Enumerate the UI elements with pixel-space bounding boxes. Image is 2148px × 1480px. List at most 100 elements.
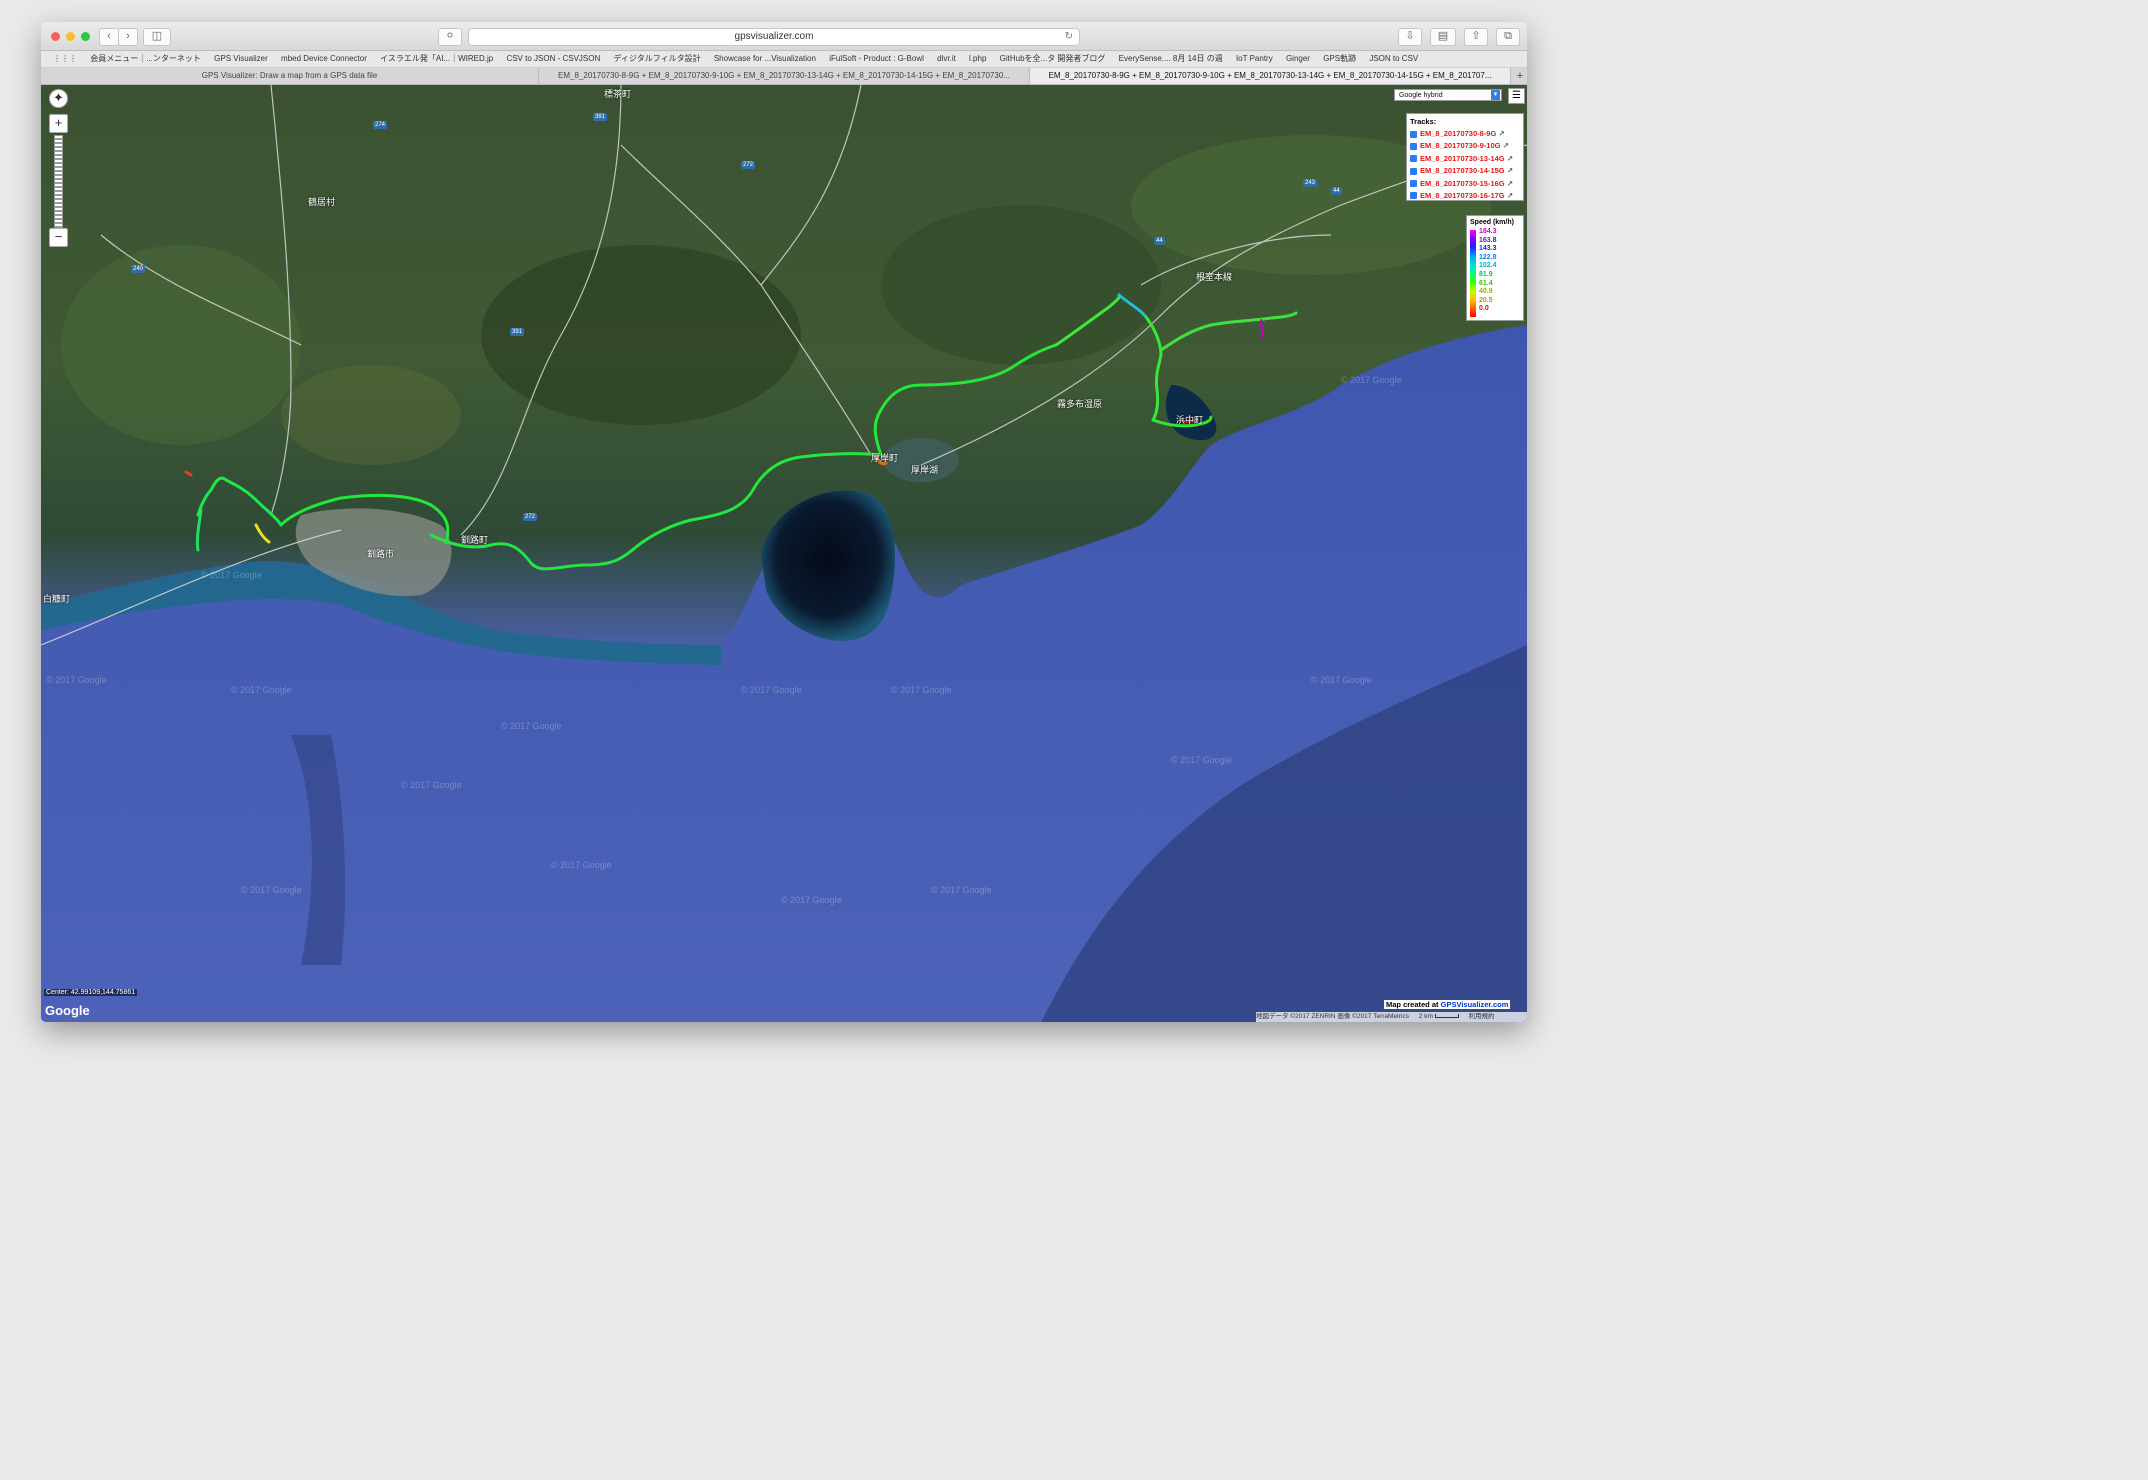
external-link-icon[interactable]: ↗ [1507, 179, 1513, 188]
tab-map-1[interactable]: EM_8_20170730-8-9G + EM_8_20170730-9-10G… [539, 68, 1030, 84]
bookmark-item[interactable]: iFulSoft - Product : G-Bowl [829, 51, 924, 67]
track-row[interactable]: EM_8_20170730-14-15G ↗ [1410, 165, 1520, 177]
reader-icon[interactable]: ▤ [1430, 28, 1456, 46]
road-shield: 391 [593, 113, 608, 121]
gps-track-segment [184, 470, 193, 477]
attribution-text: 地図データ ©2017 ZENRIN 画像 ©2017 TerraMetrics [1256, 1013, 1409, 1020]
checkbox-icon[interactable] [1410, 192, 1417, 200]
place-label: 根室本線 [1196, 272, 1233, 282]
checkbox-icon[interactable] [1410, 180, 1417, 188]
tab-map-2[interactable]: EM_8_20170730-8-9G + EM_8_20170730-9-10G… [1030, 68, 1511, 84]
road-shield: 44 [1154, 237, 1165, 245]
legend-value: 40.9 [1479, 288, 1493, 296]
terms-link[interactable]: 利用規約 [1469, 1013, 1495, 1020]
forest-patch [481, 245, 801, 425]
road-shield: 243 [1303, 179, 1318, 187]
bookmark-item[interactable]: Showcase for ...Visualization [714, 51, 816, 67]
track-row[interactable]: EM_8_20170730-13-14G ↗ [1410, 153, 1520, 165]
track-name[interactable]: EM_8_20170730-16-17G [1420, 191, 1505, 200]
place-label: 厚岸湖 [911, 465, 939, 475]
track-name[interactable]: EM_8_20170730-15-16G [1420, 179, 1505, 188]
bookmark-item[interactable]: EverySense.... 8月 14日 の週 [1119, 51, 1223, 67]
gpsvisualizer-link[interactable]: GPSVisualizer.com [1441, 1000, 1509, 1009]
place-label: 鶴居村 [308, 197, 336, 207]
tabs-overview-icon[interactable]: ⧉ [1496, 28, 1520, 46]
tab-gps-visualizer[interactable]: GPS Visualizer: Draw a map from a GPS da… [41, 68, 539, 84]
pan-control-icon[interactable]: ✦ [49, 89, 68, 108]
share-icon[interactable]: ⇧ [1464, 28, 1488, 46]
external-link-icon[interactable]: ↗ [1498, 129, 1504, 138]
external-link-icon[interactable]: ↗ [1507, 154, 1513, 163]
hamburger-icon[interactable]: ☰ [1508, 88, 1525, 104]
checkbox-icon[interactable] [1410, 130, 1417, 138]
place-label: 厚岸町 [871, 453, 899, 463]
bookmark-item[interactable]: Ginger [1286, 51, 1310, 67]
google-watermark: © 2017 Google [46, 675, 107, 685]
google-watermark: © 2017 Google [201, 570, 262, 580]
google-watermark: © 2017 Google [551, 860, 612, 870]
gps-track-segment [1144, 315, 1163, 422]
checkbox-icon[interactable] [1410, 155, 1417, 163]
zoom-slider[interactable] [54, 135, 63, 229]
bookmark-item[interactable]: mbed Device Connector [281, 51, 367, 67]
checkbox-icon[interactable] [1410, 167, 1417, 175]
track-name[interactable]: EM_8_20170730-13-14G [1420, 154, 1505, 163]
google-watermark: © 2017 Google [931, 885, 992, 895]
bookmark-item[interactable]: l.php [969, 51, 986, 67]
legend-value: 81.9 [1479, 270, 1493, 278]
downloads-icon[interactable]: ⇩ [1398, 28, 1422, 46]
close-window-button[interactable] [51, 32, 60, 41]
place-label: 霧多布湿原 [1057, 399, 1103, 409]
google-logo: Google [45, 1003, 90, 1018]
external-link-icon[interactable]: ↗ [1503, 141, 1509, 150]
zoom-window-button[interactable] [81, 32, 90, 41]
map-canvas[interactable]: 標茶町 鶴居村 釧路町 釧路市 白糠町 厚岸町 厚岸湖 霧多布湿原 浜中町 根室… [41, 85, 1527, 1022]
privacy-icon[interactable]: ⚪ [438, 28, 462, 46]
bookmark-item[interactable]: GitHubを全...タ 開発者ブログ [1000, 51, 1106, 67]
bookmark-item[interactable]: dlvr.it [937, 51, 956, 67]
bookmark-item[interactable]: ディジタルフィルタ設計 [613, 51, 700, 67]
minimize-window-button[interactable] [66, 32, 75, 41]
new-tab-button[interactable]: + [1513, 68, 1527, 84]
track-name[interactable]: EM_8_20170730-8-9G [1420, 129, 1496, 138]
external-link-icon[interactable]: ↗ [1507, 191, 1513, 200]
gps-track-segment [1260, 319, 1264, 338]
bookmark-item[interactable]: JSON to CSV [1369, 51, 1418, 67]
google-watermark: © 2017 Google [1341, 375, 1402, 385]
legend-value: 61.4 [1479, 279, 1493, 287]
bookmark-item[interactable]: GPS軌跡 [1323, 51, 1356, 67]
google-watermark: © 2017 Google [231, 685, 292, 695]
bookmark-item[interactable]: GPS Visualizer [214, 51, 268, 67]
track-name[interactable]: EM_8_20170730-14-15G [1420, 166, 1505, 175]
zoom-out-button[interactable]: − [49, 228, 68, 247]
track-row[interactable]: EM_8_20170730-15-16G ↗ [1410, 178, 1520, 190]
checkbox-icon[interactable] [1410, 142, 1417, 150]
external-link-icon[interactable]: ↗ [1507, 166, 1513, 175]
bookmark-item[interactable]: イスラエル発「AI...｜WIRED.jp [380, 51, 493, 67]
google-watermark: © 2017 Google [501, 721, 562, 731]
road-shield: 274 [373, 121, 388, 129]
gps-track-segment [254, 523, 271, 544]
track-row[interactable]: EM_8_20170730-9-10G ↗ [1410, 140, 1520, 152]
sidebar-toggle-icon[interactable]: ◫ [143, 28, 171, 46]
bookmark-item[interactable]: IoT Pantry [1236, 51, 1273, 67]
google-watermark: © 2017 Google [1311, 675, 1372, 685]
tab-bar: GPS Visualizer: Draw a map from a GPS da… [41, 68, 1527, 85]
legend-value: 102.4 [1479, 262, 1497, 270]
reload-icon[interactable]: ↻ [1065, 29, 1073, 45]
place-label: 釧路市 [367, 549, 395, 559]
address-bar[interactable]: gpsvisualizer.com ↻ [468, 28, 1080, 46]
bookmark-item[interactable]: 会員メニュー｜...ンターネット [90, 51, 201, 67]
zoom-in-button[interactable]: + [49, 114, 68, 133]
track-row[interactable]: EM_8_20170730-16-17G ↗ [1410, 190, 1520, 202]
forward-button[interactable]: › [118, 28, 138, 46]
forest-patch [881, 205, 1161, 365]
map-type-select[interactable]: Google hybrid ▾ [1394, 89, 1502, 101]
legend-color-bar [1470, 230, 1476, 317]
bookmark-item[interactable]: CSV to JSON - CSVJSON [506, 51, 600, 67]
apps-grid-icon[interactable]: ⋮⋮⋮ [53, 51, 77, 67]
back-button[interactable]: ‹ [99, 28, 119, 46]
scale-label: 2 km [1418, 1013, 1433, 1020]
track-row[interactable]: EM_8_20170730-8-9G ↗ [1410, 128, 1520, 140]
track-name[interactable]: EM_8_20170730-9-10G [1420, 141, 1500, 150]
